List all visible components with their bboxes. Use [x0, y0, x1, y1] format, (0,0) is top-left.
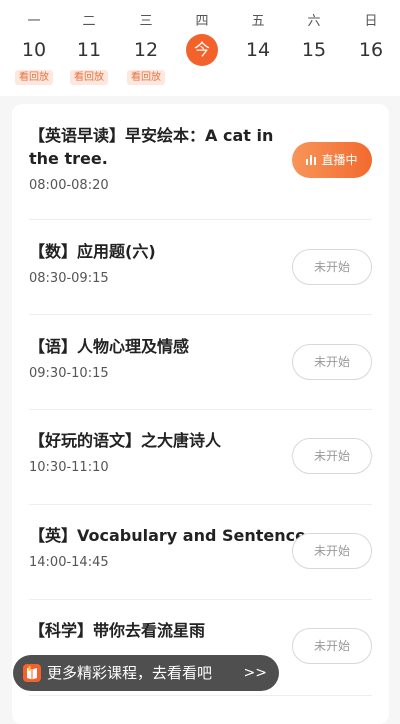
day-thursday-today[interactable]: 四 今	[174, 12, 230, 92]
not-started-button[interactable]: 未开始	[292, 533, 372, 569]
course-title: 【英语早读】早安绘本：A cat in the tree.	[29, 126, 274, 168]
day-monday[interactable]: 一 10 看回放	[6, 12, 62, 92]
day-wednesday[interactable]: 三 12 看回放	[118, 12, 174, 92]
book-logo-icon	[23, 664, 41, 682]
more-courses-banner[interactable]: 更多精彩课程，去看看吧 >>	[13, 655, 279, 691]
weekday-label: 日	[364, 14, 378, 29]
replay-badge[interactable]: 看回放	[70, 70, 108, 85]
live-button-label: 直播中	[321, 153, 358, 167]
date-number: 10	[21, 39, 47, 61]
divider	[29, 695, 372, 696]
date-number: 16	[358, 39, 384, 61]
today-marker[interactable]: 今	[186, 34, 218, 66]
divider	[29, 504, 372, 505]
day-tuesday[interactable]: 二 11 看回放	[61, 12, 117, 92]
course-item[interactable]: 【英】Vocabulary and Sentence 14:00-14:45 未…	[29, 524, 372, 619]
live-button[interactable]: 直播中	[292, 142, 372, 178]
divider	[29, 409, 372, 410]
day-sunday[interactable]: 日 16	[343, 12, 399, 92]
not-started-button[interactable]: 未开始	[292, 249, 372, 285]
date-number: 14	[245, 39, 271, 61]
week-calendar: 一 10 看回放 二 11 看回放 三 12 看回放 四 今 五 14 六 15…	[0, 0, 400, 96]
banner-text: 更多精彩课程，去看看吧	[47, 664, 213, 682]
weekday-label: 五	[251, 14, 265, 29]
replay-badge[interactable]: 看回放	[127, 70, 165, 85]
not-started-button[interactable]: 未开始	[292, 344, 372, 380]
not-started-button[interactable]: 未开始	[292, 628, 372, 664]
date-number: 15	[301, 39, 327, 61]
divider	[29, 314, 372, 315]
not-started-button[interactable]: 未开始	[292, 438, 372, 474]
weekday-label: 四	[195, 14, 209, 29]
day-saturday[interactable]: 六 15	[286, 12, 342, 92]
divider	[29, 599, 372, 600]
divider	[29, 219, 372, 220]
course-time: 08:00-08:20	[29, 178, 109, 193]
day-friday[interactable]: 五 14	[230, 12, 286, 92]
date-number: 12	[133, 39, 159, 61]
course-item[interactable]: 【好玩的语文】之大唐诗人 10:30-11:10 未开始	[29, 429, 372, 524]
weekday-label: 三	[139, 14, 153, 29]
course-item[interactable]: 【数】应用题(六) 08:30-09:15 未开始	[29, 240, 372, 335]
live-bars-icon	[306, 154, 317, 165]
course-item[interactable]: 【语】人物心理及情感 09:30-10:15 未开始	[29, 335, 372, 430]
replay-badge[interactable]: 看回放	[15, 70, 53, 85]
course-list-card: 【英语早读】早安绘本：A cat in the tree. 08:00-08:2…	[12, 104, 389, 724]
weekday-label: 六	[307, 14, 321, 29]
date-number: 11	[76, 39, 102, 61]
course-item[interactable]: 【英语早读】早安绘本：A cat in the tree. 08:00-08:2…	[29, 124, 372, 239]
weekday-label: 一	[27, 14, 41, 29]
weekday-label: 二	[82, 14, 96, 29]
banner-arrow: >>	[243, 665, 267, 681]
